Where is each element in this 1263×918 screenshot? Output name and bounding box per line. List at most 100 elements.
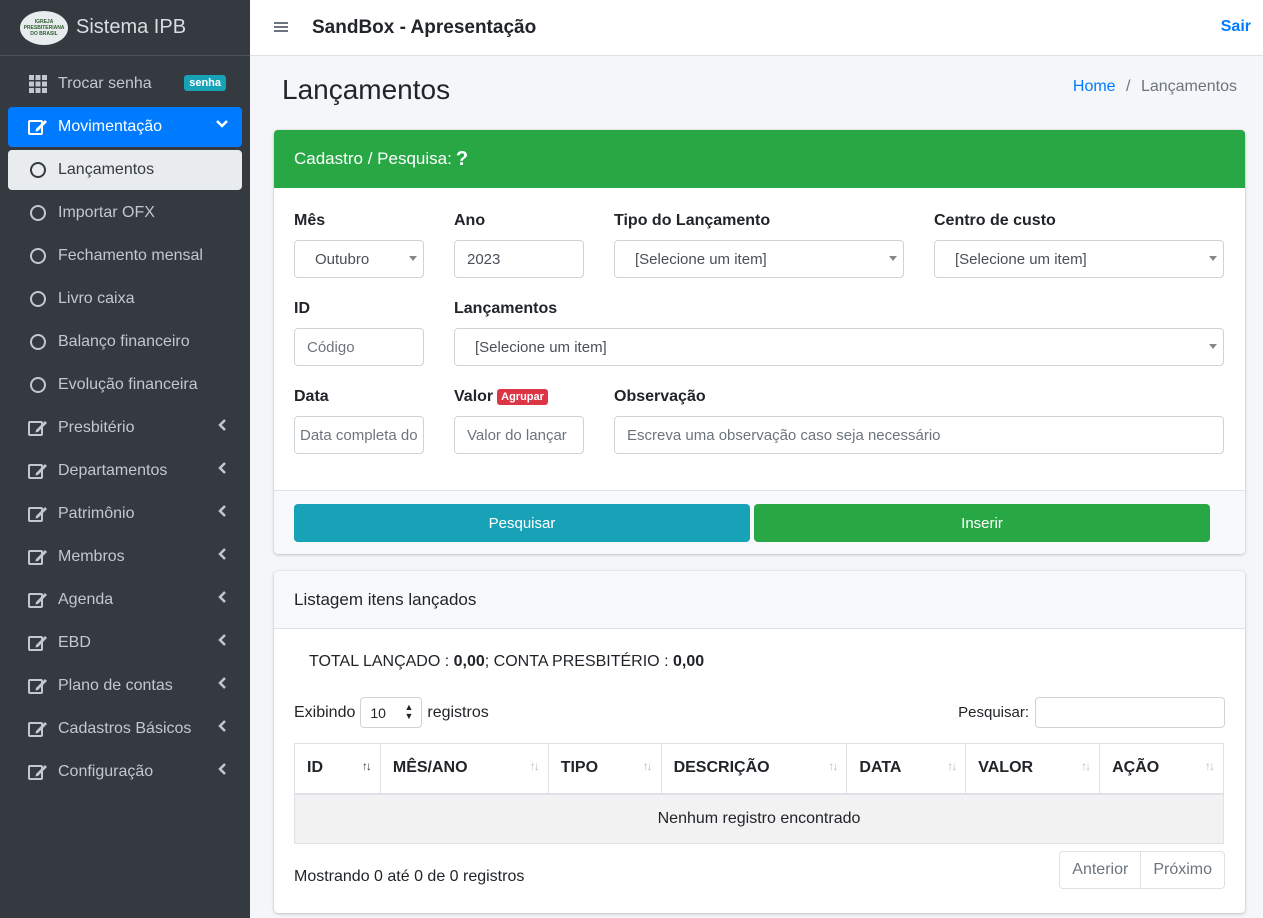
breadcrumb-home[interactable]: Home (1073, 78, 1116, 95)
col-header-id[interactable]: ID ↑↓ (294, 743, 381, 795)
chevron-left-icon (218, 762, 228, 778)
chevron-left-icon (218, 676, 228, 692)
sidebar-item-membros[interactable]: Membros (8, 537, 242, 577)
form-card: Cadastro / Pesquisa: ? Mês Outubro Ano 2… (274, 130, 1245, 554)
circle-icon (28, 289, 48, 309)
id-input[interactable]: Código (294, 328, 424, 366)
sidebar-item-ebd[interactable]: EBD (8, 623, 242, 663)
data-label: Data (294, 388, 329, 405)
sidebar-item-label: Departamentos (58, 462, 168, 479)
listing-card-header: Listagem itens lançados (274, 571, 1245, 629)
table-info: Mostrando 0 até 0 de 0 registros (294, 868, 525, 885)
col-header-data[interactable]: DATA ↑↓ (846, 743, 967, 795)
chevron-left-icon (218, 504, 228, 520)
logout-link[interactable]: Sair (1221, 18, 1251, 36)
col-header-acao[interactable]: AÇÃO ↑↓ (1099, 743, 1224, 795)
conta-value: 0,00 (672, 653, 705, 670)
edit-icon (28, 633, 48, 653)
sidebar-item-label: Lançamentos (58, 161, 155, 178)
sort-icon: ↑↓ (828, 759, 838, 773)
sidebar-item-plano-de-contas[interactable]: Plano de contas (8, 666, 242, 706)
form-card-footer: Pesquisar Inserir (274, 490, 1245, 554)
tipo-select[interactable]: [Selecione um item] (614, 240, 904, 278)
mes-select[interactable]: Outubro (294, 240, 424, 278)
conta-label: ; CONTA PRESBITÉRIO : (484, 653, 669, 670)
help-icon[interactable]: ? (456, 148, 468, 171)
table-search-input[interactable] (1035, 697, 1225, 728)
edit-icon (28, 719, 48, 739)
observacao-input[interactable]: Escreva uma observação caso seja necessá… (614, 416, 1224, 454)
ano-input[interactable]: 2023 (454, 240, 584, 278)
sidebar-item-livro-caixa[interactable]: Livro caixa (8, 279, 242, 319)
valor-input[interactable]: Valor do lançar (454, 416, 584, 454)
chevron-left-icon (218, 719, 228, 735)
page-length-select[interactable]: 10 ▲ ▼ (360, 697, 423, 728)
sidebar-item-presbiterio[interactable]: Presbitério (8, 408, 242, 448)
page-title: Lançamentos (282, 74, 451, 105)
brand[interactable]: IGREJA PRESBITERIANA DO BRASIL Sistema I… (0, 0, 250, 56)
observacao-label: Observação (614, 388, 706, 405)
page-length-control: Exibindo 10 ▲ ▼ registros (294, 697, 489, 728)
edit-icon (28, 117, 48, 137)
sidebar-item-lancamentos[interactable]: Lançamentos (8, 150, 242, 190)
sidebar-item-label: Agenda (58, 591, 114, 608)
centro-custo-select[interactable]: [Selecione um item] (934, 240, 1224, 278)
circle-icon (28, 203, 48, 223)
lancamentos-table: ID ↑↓ MÊS/ANO ↑↓ TIPO ↑↓ DESCRIÇÃO ↑↓ DATA ↑↓… (294, 743, 1224, 844)
total-label: TOTAL LANÇADO : (309, 653, 450, 670)
table-search-label: Pesquisar: (958, 704, 1029, 721)
data-input[interactable]: Data completa do (294, 416, 424, 454)
inserir-button[interactable]: Inserir (754, 504, 1210, 542)
col-header-valor[interactable]: VALOR ↑↓ (965, 743, 1101, 795)
sort-icon: ↑↓ (361, 759, 372, 773)
senha-badge: senha (184, 75, 226, 91)
sidebar-item-label: EBD (58, 634, 91, 651)
next-button[interactable]: Próximo (1140, 852, 1224, 888)
col-header-mes-ano[interactable]: MÊS/ANO ↑↓ (379, 743, 549, 795)
sidebar-item-fechamento-mensal[interactable]: Fechamento mensal (8, 236, 242, 276)
edit-icon (28, 461, 48, 481)
chevron-left-icon (218, 633, 228, 649)
sidebar-item-departamentos[interactable]: Departamentos (8, 451, 242, 491)
sidebar-item-label: Trocar senha (58, 75, 152, 92)
chevron-left-icon (218, 418, 228, 434)
col-header-tipo[interactable]: TIPO ↑↓ (547, 743, 662, 795)
prev-button[interactable]: Anterior (1060, 852, 1140, 888)
col-header-descricao[interactable]: DESCRIÇÃO ↑↓ (660, 743, 848, 795)
lancamentos-select[interactable]: [Selecione um item] (454, 328, 1224, 366)
circle-icon (28, 246, 48, 266)
sidebar-item-label: Presbitério (58, 419, 135, 436)
sidebar-item-label: Livro caixa (58, 290, 135, 307)
sort-icon: ↑↓ (1081, 759, 1091, 773)
sidebar-item-trocar-senha[interactable]: Trocar senha senha (8, 64, 242, 104)
sidebar-item-evolucao-financeira[interactable]: Evolução financeira (8, 365, 242, 405)
breadcrumb: Home / Lançamentos (1073, 78, 1237, 96)
app-title: SandBox - Apresentação (312, 16, 537, 38)
sidebar-item-patrimonio[interactable]: Patrimônio (8, 494, 242, 534)
updown-icon: ▲ ▼ (404, 702, 414, 721)
sidebar-item-importar-ofx[interactable]: Importar OFX (8, 193, 242, 233)
edit-icon (28, 590, 48, 610)
edit-icon (28, 762, 48, 782)
id-label: ID (294, 300, 310, 317)
chevron-down-icon (216, 117, 228, 133)
pagination: Anterior Próximo (1059, 851, 1225, 889)
sidebar-item-balanco-financeiro[interactable]: Balanço financeiro (8, 322, 242, 362)
agrupar-badge[interactable]: Agrupar (497, 388, 548, 405)
form-card-title: Cadastro / Pesquisa: (294, 149, 452, 168)
table-search: Pesquisar: (958, 697, 1225, 728)
pesquisar-button[interactable]: Pesquisar (294, 504, 750, 542)
tipo-label: Tipo do Lançamento (614, 212, 771, 229)
sidebar-item-configuracao[interactable]: Configuração (8, 752, 242, 792)
sidebar-item-movimentacao[interactable]: Movimentação (8, 107, 242, 147)
total-value: 0,00 (453, 653, 485, 670)
dropdown-caret-icon (889, 256, 897, 261)
breadcrumb-separator: / (1126, 78, 1131, 95)
menu-icon[interactable] (274, 17, 290, 38)
chevron-left-icon (218, 547, 228, 563)
edit-icon (28, 504, 48, 524)
totals-line: TOTAL LANÇADO : 0,00; CONTA PRESBITÉRIO … (309, 653, 704, 671)
sort-icon: ↑↓ (947, 759, 957, 773)
sidebar-item-agenda[interactable]: Agenda (8, 580, 242, 620)
sidebar-item-cadastros-basicos[interactable]: Cadastros Básicos (8, 709, 242, 749)
